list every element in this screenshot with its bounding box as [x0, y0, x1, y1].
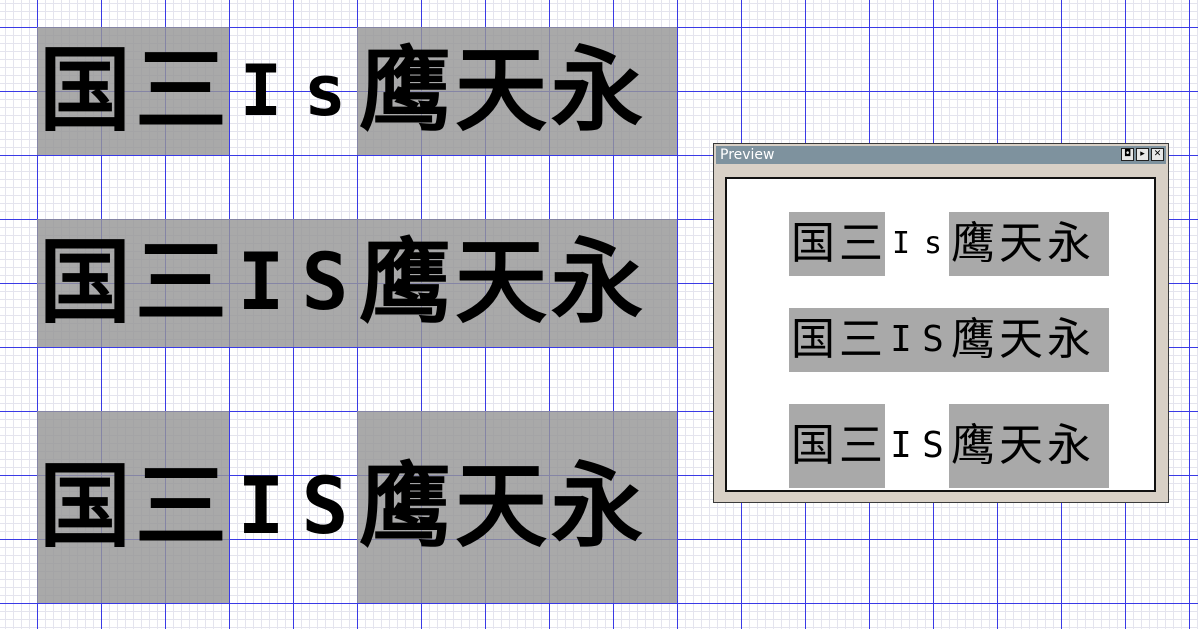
glyph: 三 [134, 229, 227, 336]
glyph: 天 [999, 314, 1043, 365]
preview-title: Preview [720, 147, 775, 163]
glyph: 永 [550, 229, 643, 336]
preview-canvas: 国 三 I s 鹰 天 永 国 三 I S 鹰 天 永 国 三 I S 鹰 天 … [725, 177, 1156, 492]
glyph: 永 [550, 453, 643, 560]
glyph: S [301, 462, 349, 552]
glyph: 国 [791, 314, 835, 365]
sample-row-2: 国 三 I S 鹰 天 永 [37, 219, 677, 347]
glyph: 鹰 [358, 37, 451, 144]
glyph: 国 [38, 453, 131, 560]
sample-glyphs: 国 三 I S 鹰 天 永 [37, 411, 645, 603]
glyph: S [922, 425, 944, 466]
window-controls: ◘ ▸ ✕ [1121, 148, 1164, 161]
preview-titlebar[interactable]: Preview ◘ ▸ ✕ [716, 146, 1166, 164]
glyph: I [890, 319, 912, 360]
glyph: 三 [839, 420, 883, 471]
glyph: S [301, 238, 349, 328]
glyph: 三 [134, 453, 227, 560]
glyph: s [303, 50, 347, 132]
glyph: s [923, 226, 943, 261]
preview-row-3: 国 三 I S 鹰 天 永 [789, 404, 1109, 488]
glyph: 三 [839, 218, 883, 269]
glyph: 天 [999, 420, 1043, 471]
glyph: I [237, 238, 285, 328]
glyph: 国 [38, 229, 131, 336]
glyph: 永 [1047, 314, 1091, 365]
preview-row-1: 国 三 I s 鹰 天 永 [789, 212, 1109, 276]
preview-row-2: 国 三 I S 鹰 天 永 [789, 308, 1109, 372]
glyph: 天 [999, 218, 1043, 269]
sample-glyphs: 国 三 I s 鹰 天 永 [37, 27, 645, 155]
glyph: 鹰 [358, 229, 451, 336]
glyph: 天 [454, 37, 547, 144]
glyph: 国 [38, 37, 131, 144]
sample-row-3: 国 三 I S 鹰 天 永 [37, 411, 677, 603]
glyph: I [239, 50, 283, 132]
glyph: 天 [454, 229, 547, 336]
preview-glyphs: 国 三 I S 鹰 天 永 [789, 308, 1093, 372]
glyph: 鹰 [951, 314, 995, 365]
restore-button[interactable]: ◘ [1121, 148, 1134, 161]
sample-row-1: 国 三 I s 鹰 天 永 [37, 27, 677, 155]
glyph: I [891, 226, 911, 261]
glyph: 三 [839, 314, 883, 365]
preview-glyphs: 国 三 I s 鹰 天 永 [789, 212, 1093, 276]
glyph: 永 [1047, 218, 1091, 269]
close-button[interactable]: ✕ [1151, 148, 1164, 161]
glyph: 国 [791, 218, 835, 269]
glyph: 鹰 [358, 453, 451, 560]
glyph: 鹰 [951, 420, 995, 471]
glyph: 天 [454, 453, 547, 560]
glyph: 国 [791, 420, 835, 471]
glyph: S [922, 319, 944, 360]
preview-glyphs: 国 三 I S 鹰 天 永 [789, 414, 1093, 478]
sample-glyphs: 国 三 I S 鹰 天 永 [37, 219, 645, 347]
play-button[interactable]: ▸ [1136, 148, 1149, 161]
glyph: 鹰 [951, 218, 995, 269]
preview-window[interactable]: Preview ◘ ▸ ✕ 国 三 I s 鹰 天 永 国 三 I S 鹰 天 … [713, 143, 1169, 503]
glyph: 三 [134, 37, 227, 144]
glyph: I [237, 462, 285, 552]
glyph: 永 [550, 37, 643, 144]
glyph: I [890, 425, 912, 466]
glyph: 永 [1047, 420, 1091, 471]
